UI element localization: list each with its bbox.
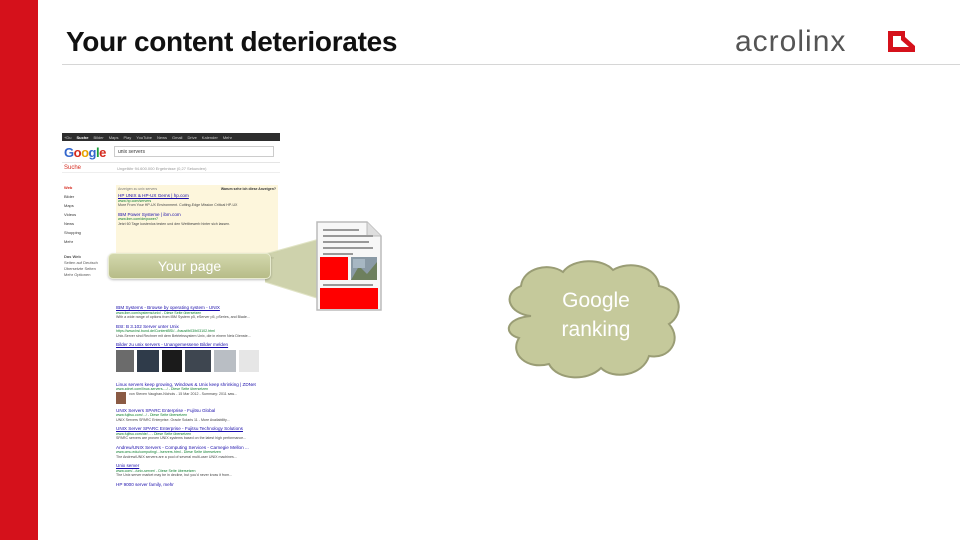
topbar-item: Kalender xyxy=(201,134,218,140)
server-thumbnail xyxy=(185,349,211,372)
image-results: Bilder zu unix servers - Unangemessene B… xyxy=(116,342,278,372)
topbar-item: News xyxy=(156,134,167,140)
google-header: Google unix servers xyxy=(62,141,280,163)
result-desc: The Unix server market may be in decline… xyxy=(116,473,233,477)
title-divider xyxy=(62,64,960,65)
google-results-screenshot: +Du Suche Bilder Maps Play YouTube News … xyxy=(62,133,280,540)
logo-wordmark: acrolinx xyxy=(735,25,847,58)
server-thumbnail xyxy=(239,349,259,372)
topbar-item: Play xyxy=(123,134,132,140)
result-desc: von Steven Vaughan-Nichols - 15 Mar 2012… xyxy=(129,391,237,396)
sidebar-item-web: Web xyxy=(64,185,73,190)
sidebar-item-bilder: Bilder xyxy=(64,194,75,199)
google-result-count: Ungefähr 94.600.000 Ergebnisse (0,27 Sek… xyxy=(117,166,207,171)
google-top-bar: +Du Suche Bilder Maps Play YouTube News … xyxy=(62,133,280,141)
result-desc: The Andrew/UNIX servers are a pool of se… xyxy=(116,454,237,459)
result-desc: UNIX Servers SPARC Enterprise. Oracle So… xyxy=(116,417,230,422)
server-thumbnail xyxy=(137,349,159,372)
left-accent-bar xyxy=(0,0,38,540)
cloud-label-line2: ranking xyxy=(561,318,631,341)
topbar-item: YouTube xyxy=(136,134,152,140)
google-suche-label: Suche xyxy=(64,165,82,171)
result-item: Unix server www.com/.../unix-server/ - D… xyxy=(116,463,278,478)
topbar-item: +Du xyxy=(64,134,72,140)
author-row: von Steven Vaughan-Nichols - 15 Mar 2012… xyxy=(116,391,278,404)
topbar-item: Maps xyxy=(108,134,119,140)
result-item: Linux servers keep growing, Windows & Un… xyxy=(116,382,278,404)
topbar-item: Drive xyxy=(187,134,197,140)
server-thumbnail xyxy=(116,349,134,372)
cloud-label: Google ranking xyxy=(521,286,671,344)
server-thumbnail xyxy=(162,349,182,372)
result-title: HP 9000 server family, mehr xyxy=(116,481,174,487)
ad-header: Anzeigen zu unix servers Warum sehe ich d… xyxy=(118,187,276,191)
image-thumbnails xyxy=(116,349,278,372)
acrolinx-logo: acrolinx xyxy=(735,25,925,60)
topbar-item: Gmail xyxy=(172,134,183,140)
topbar-item: Mehr xyxy=(222,134,232,140)
cloud-label-line1: Google xyxy=(562,289,630,312)
result-item: UNIX Server SPARC Enterprise - Fujitsu T… xyxy=(116,426,278,441)
result-item: HP 9000 server family, mehr xyxy=(116,482,278,488)
image-results-title: Bilder zu unix servers - Unangemessene B… xyxy=(116,342,229,347)
server-thumbnail xyxy=(214,349,236,372)
slide-title: Your content deteriorates xyxy=(66,26,398,57)
author-avatar xyxy=(116,391,126,404)
google-search-box: unix servers xyxy=(114,146,274,157)
ad-desc: More From Your HP-UX Environment. Cuttin… xyxy=(118,203,238,207)
document-icon xyxy=(316,221,382,311)
result-desc: Unix-Server sind Rechner mit dem Betrieb… xyxy=(116,333,251,338)
result-item: Andrew/UNIX Servers - Computing Services… xyxy=(116,445,278,460)
your-page-label: Your page xyxy=(108,253,271,279)
ad-item: HP UNIX & HP-UX Gems | hp.com www.hp.com… xyxy=(118,193,276,208)
result-desc: SPARC servers are proven UNIX systems ba… xyxy=(116,436,247,440)
result-item: UNIX Servers SPARC Enterprise - Fujitsu … xyxy=(116,408,278,423)
acrolinx-mark-icon xyxy=(888,31,915,52)
google-logo: Google xyxy=(64,145,106,160)
google-subheader: Suche Ungefähr 94.600.000 Ergebnisse (0,… xyxy=(62,163,280,173)
topbar-item-active: Suche xyxy=(76,134,89,140)
topbar-item: Bilder xyxy=(93,134,104,140)
